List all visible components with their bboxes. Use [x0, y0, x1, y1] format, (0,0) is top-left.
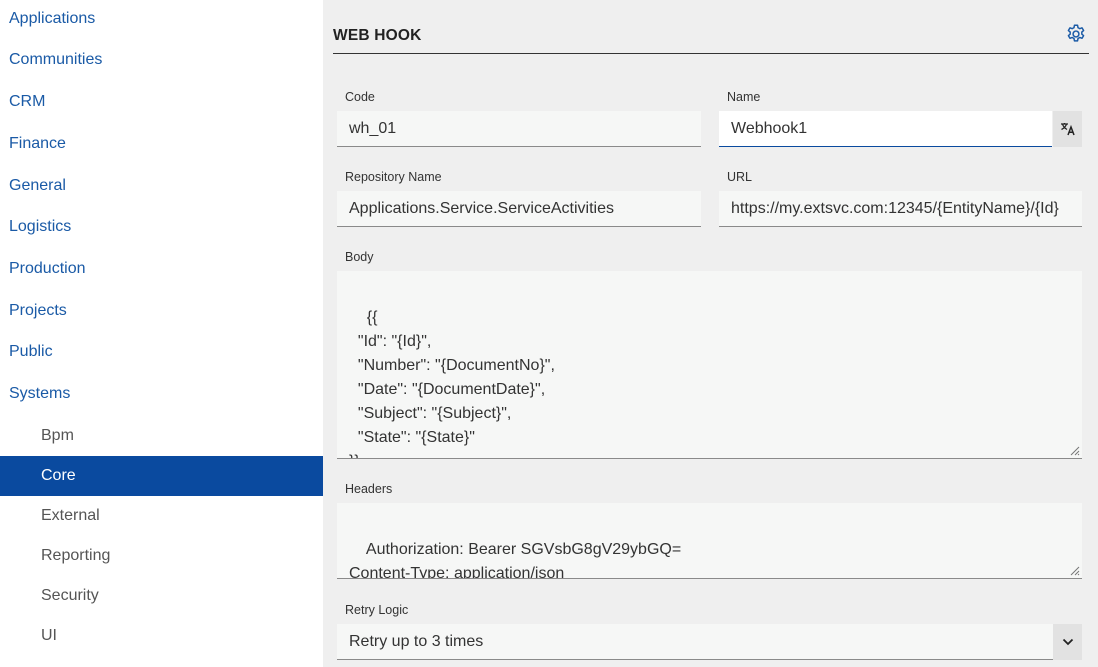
sidebar-item-finance[interactable]: Finance: [0, 124, 323, 164]
sidebar-item-projects[interactable]: Projects: [0, 291, 323, 331]
retry-dropdown-button[interactable]: [1053, 624, 1082, 660]
sidebar-item-general[interactable]: General: [0, 166, 323, 206]
retry-select[interactable]: Retry up to 3 times: [337, 624, 1053, 660]
sidebar-item-crm[interactable]: CRM: [0, 82, 323, 122]
sidebar-item-communities[interactable]: Communities: [0, 40, 323, 80]
sidebar-item-production[interactable]: Production: [0, 249, 323, 289]
sidebar-subitem-external[interactable]: External: [0, 496, 323, 536]
sidebar-item-systems[interactable]: Systems: [0, 374, 323, 414]
code-label: Code: [345, 90, 375, 104]
sidebar-item-logistics[interactable]: Logistics: [0, 207, 323, 247]
body-textarea[interactable]: {{ "Id": "{Id}", "Number": "{DocumentNo}…: [337, 271, 1082, 459]
resize-grip-icon[interactable]: [1068, 564, 1080, 576]
url-field[interactable]: https://my.extsvc.com:12345/{EntityName}…: [719, 191, 1082, 227]
sidebar-item-public[interactable]: Public: [0, 332, 323, 372]
headers-label: Headers: [345, 482, 393, 496]
sidebar-subitem-reporting[interactable]: Reporting: [0, 536, 323, 576]
name-label: Name: [727, 90, 761, 104]
sidebar-subitem-security[interactable]: Security: [0, 576, 323, 616]
main-panel: WEB HOOK Code wh_01 Name Webhook1 Reposi…: [323, 0, 1098, 667]
page-title: WEB HOOK: [333, 27, 422, 44]
page-header: WEB HOOK: [333, 20, 1089, 54]
name-field[interactable]: Webhook1: [719, 111, 1052, 147]
sidebar-subitem-core[interactable]: Core: [0, 456, 323, 496]
repository-field[interactable]: Applications.Service.ServiceActivities: [337, 191, 701, 227]
resize-grip-icon[interactable]: [1068, 444, 1080, 456]
url-label: URL: [727, 170, 753, 184]
body-text: {{ "Id": "{Id}", "Number": "{DocumentNo}…: [349, 309, 555, 458]
translate-button[interactable]: [1053, 111, 1082, 147]
body-label: Body: [345, 250, 374, 264]
headers-text: Authorization: Bearer SGVsbG8gV29ybGQ= C…: [349, 541, 682, 579]
gear-icon[interactable]: [1065, 23, 1087, 45]
repository-label: Repository Name: [345, 170, 442, 184]
headers-textarea[interactable]: Authorization: Bearer SGVsbG8gV29ybGQ= C…: [337, 503, 1082, 579]
sidebar: Applications Communities CRM Finance Gen…: [0, 0, 323, 667]
retry-label: Retry Logic: [345, 603, 409, 617]
code-field[interactable]: wh_01: [337, 111, 701, 147]
translate-icon: [1060, 123, 1075, 136]
sidebar-subitem-ui[interactable]: UI: [0, 616, 323, 656]
sidebar-subitem-bpm[interactable]: Bpm: [0, 416, 323, 456]
sidebar-item-applications[interactable]: Applications: [0, 0, 323, 39]
chevron-down-icon: [1062, 638, 1073, 646]
